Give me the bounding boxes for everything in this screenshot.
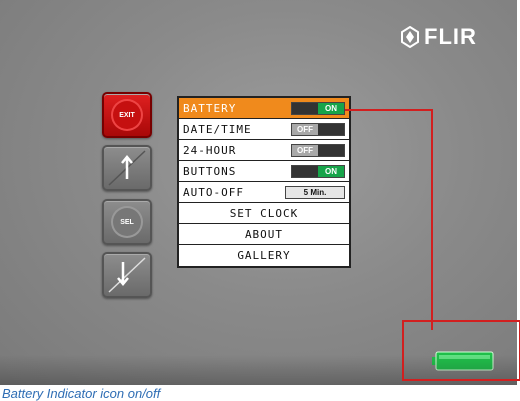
callout-line (345, 109, 520, 381)
